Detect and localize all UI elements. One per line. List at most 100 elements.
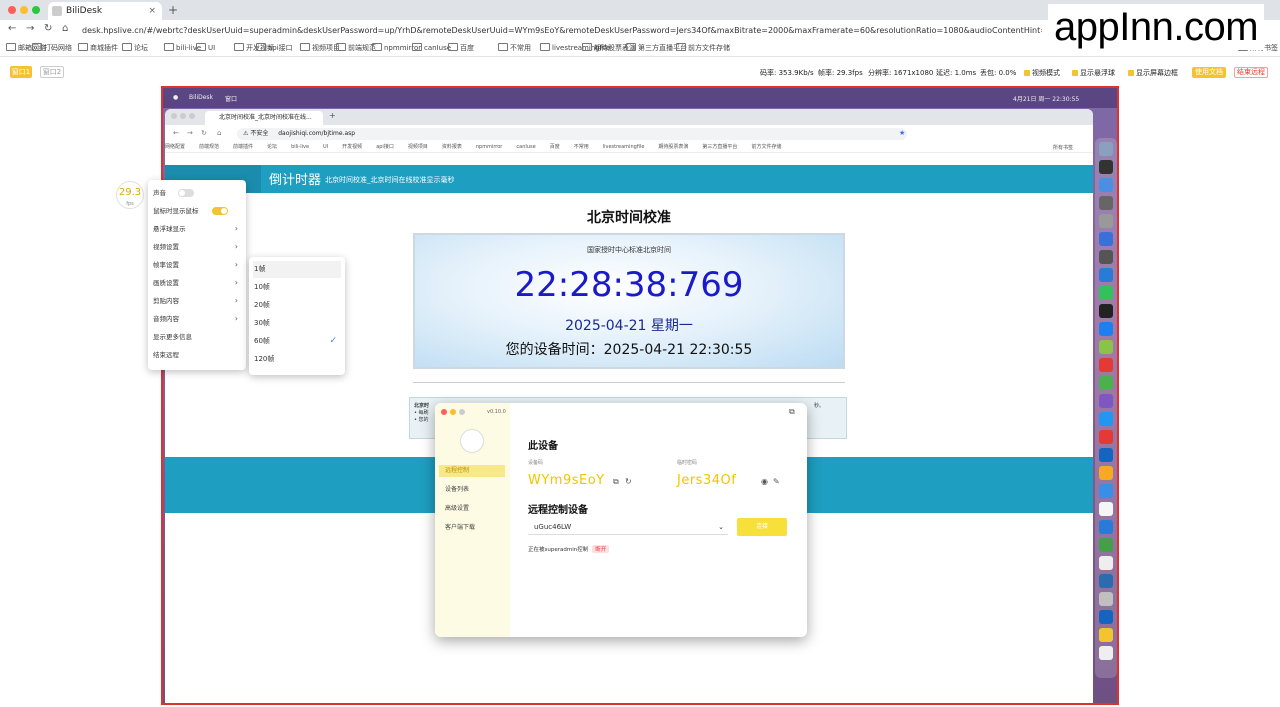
sound-toggle[interactable] [178,189,194,197]
sidebar-item-remote-control[interactable]: 远程控制 [439,465,505,477]
docs-button[interactable]: 使用文档 [1192,67,1226,78]
app-close-icon[interactable] [441,409,447,415]
framerate-option-selected[interactable]: 60帧 ✓ [253,333,341,350]
dock-app-icon[interactable] [1099,340,1113,354]
framerate-option[interactable]: 120帧 [253,351,341,368]
bookmark-star-icon[interactable]: ★ [899,129,905,137]
framerate-option[interactable]: 1帧 [253,261,341,278]
dock-app-icon[interactable] [1099,394,1113,408]
dock-app-icon[interactable] [1099,196,1113,210]
remote-bookmark-item[interactable]: 第三方直播平台 [702,143,737,150]
remote-bookmark-item[interactable]: canIuse [516,144,535,150]
bookmark-item[interactable]: canIuse [412,43,451,52]
remote-bookmark-item[interactable]: 视频项目 [408,143,428,150]
dock-app-icon[interactable] [1099,610,1113,624]
remote-bookmark-item[interactable]: 网络配置 [165,143,185,150]
bookmark-item[interactable]: 前方文件存储 [676,43,730,53]
bookmark-item[interactable]: 商城插件 [78,43,118,53]
remote-bookmark-item[interactable]: 资料报表 [442,143,462,150]
copy-icon[interactable]: ⧉ [613,477,619,487]
dock-app-icon[interactable] [1099,142,1113,156]
remote-address-bar[interactable]: ⚠ 不安全 daojishiqi.com/bjtime.asp [237,128,907,140]
dock-app-icon[interactable] [1099,466,1113,480]
bookmark-item[interactable]: 百度 [448,43,474,53]
disconnect-tag[interactable]: 断开 [592,545,610,553]
show-cursor-toggle[interactable] [212,207,228,215]
dock-app-icon[interactable] [1099,448,1113,462]
sidebar-item-advanced[interactable]: 高级设置 [439,503,505,515]
remote-device-select[interactable]: uGuc46LW ⌄ [528,519,728,535]
new-tab-icon[interactable]: + [168,3,178,17]
video-mode-checkbox[interactable]: 视频模式 [1024,68,1060,78]
menu-item-show-cursor[interactable]: 鼠标时显示鼠标 [152,204,242,218]
remote-browser-tab[interactable]: 北京时间校准_北京时间校准在线... [205,111,323,125]
dock-app-icon[interactable] [1099,556,1113,570]
remote-home-icon[interactable]: ⌂ [217,129,221,137]
close-tab-icon[interactable]: × [148,2,156,20]
dock-app-icon[interactable] [1099,520,1113,534]
address-bar[interactable]: desk.hpslive.cn/#/webrtc?deskUserUuid=su… [82,23,1042,38]
dock-app-icon[interactable] [1099,268,1113,282]
remote-new-tab-icon[interactable]: + [329,111,336,120]
app-minimize-icon[interactable] [450,409,456,415]
bookmark-item[interactable]: 视频项目 [300,43,340,53]
remote-close-icon[interactable] [171,113,177,119]
app-zoom-icon[interactable] [459,409,465,415]
dock-app-icon[interactable] [1099,232,1113,246]
close-window-icon[interactable] [8,6,16,14]
bookmark-item[interactable]: UI [196,43,215,52]
avatar[interactable] [460,429,484,453]
dock-app-icon[interactable] [1099,646,1113,660]
window-2-button[interactable]: 窗口2 [40,66,64,78]
dock-app-icon[interactable] [1099,214,1113,228]
refresh-icon[interactable]: ↻ [625,477,632,486]
remote-bookmark-item[interactable]: 前端插件 [233,143,253,150]
dock-app-icon[interactable] [1099,358,1113,372]
remote-forward-icon[interactable]: → [187,129,193,137]
dock-app-icon[interactable] [1099,628,1113,642]
remote-bookmark-item[interactable]: 前方文件存储 [751,143,781,150]
end-remote-button[interactable]: 结束远程 [1234,67,1268,78]
back-icon[interactable]: ← [8,23,16,34]
remote-bookmark-item[interactable]: npmmirror [476,144,503,150]
dock-app-icon[interactable] [1099,592,1113,606]
bookmark-item[interactable]: api接口 [256,43,293,53]
dock-app-icon[interactable] [1099,574,1113,588]
framerate-option[interactable]: 10帧 [253,279,341,296]
framerate-option[interactable]: 30帧 [253,315,341,332]
remote-bookmark-item[interactable]: api接口 [376,143,394,150]
window-1-button[interactable]: 窗口1 [10,66,32,78]
eye-icon[interactable]: ◉ [761,477,768,486]
remote-back-icon[interactable]: ← [173,129,179,137]
reload-icon[interactable]: ↻ [44,23,52,34]
dock-app-icon[interactable] [1099,160,1113,174]
show-screen-border-checkbox[interactable]: 显示屏幕边框 [1128,68,1178,78]
bookmark-item[interactable]: 前端规范 [336,43,376,53]
remote-bookmark-item[interactable]: 不常用 [574,143,589,150]
remote-bookmark-item[interactable]: livestreamingfile [603,144,645,150]
menu-item-clipboard[interactable]: 剪贴内容 › [152,294,242,308]
menu-item-video-settings[interactable]: 视频设置 › [152,240,242,254]
dock-app-icon[interactable] [1099,502,1113,516]
remote-all-bookmarks[interactable]: 所有书签 [1053,144,1073,151]
share-icon[interactable]: ⧉ [789,407,795,417]
dock-app-icon[interactable] [1099,430,1113,444]
dock-app-icon[interactable] [1099,304,1113,318]
dock-app-icon[interactable] [1099,538,1113,552]
framerate-option[interactable]: 20帧 [253,297,341,314]
menu-item-quality-settings[interactable]: 画质设置 › [152,276,242,290]
remote-bookmark-item[interactable]: 开发视频 [342,143,362,150]
remote-minimize-icon[interactable] [180,113,186,119]
dock-app-icon[interactable] [1099,412,1113,426]
sidebar-item-device-list[interactable]: 设备列表 [439,484,505,496]
home-icon[interactable]: ⌂ [62,23,68,34]
remote-bookmark-item[interactable]: 百度 [550,143,560,150]
forward-icon[interactable]: → [26,23,34,34]
dock-app-icon[interactable] [1099,250,1113,264]
dock-app-icon[interactable] [1099,286,1113,300]
menu-item-float-ball[interactable]: 悬浮球显示 › [152,222,242,236]
dock-app-icon[interactable] [1099,376,1113,390]
remote-bookmark-item[interactable]: UI [323,144,328,150]
remote-bookmark-item[interactable]: 期待股票表演 [658,143,688,150]
fps-float-ball[interactable]: 29.3 fps [116,181,144,209]
